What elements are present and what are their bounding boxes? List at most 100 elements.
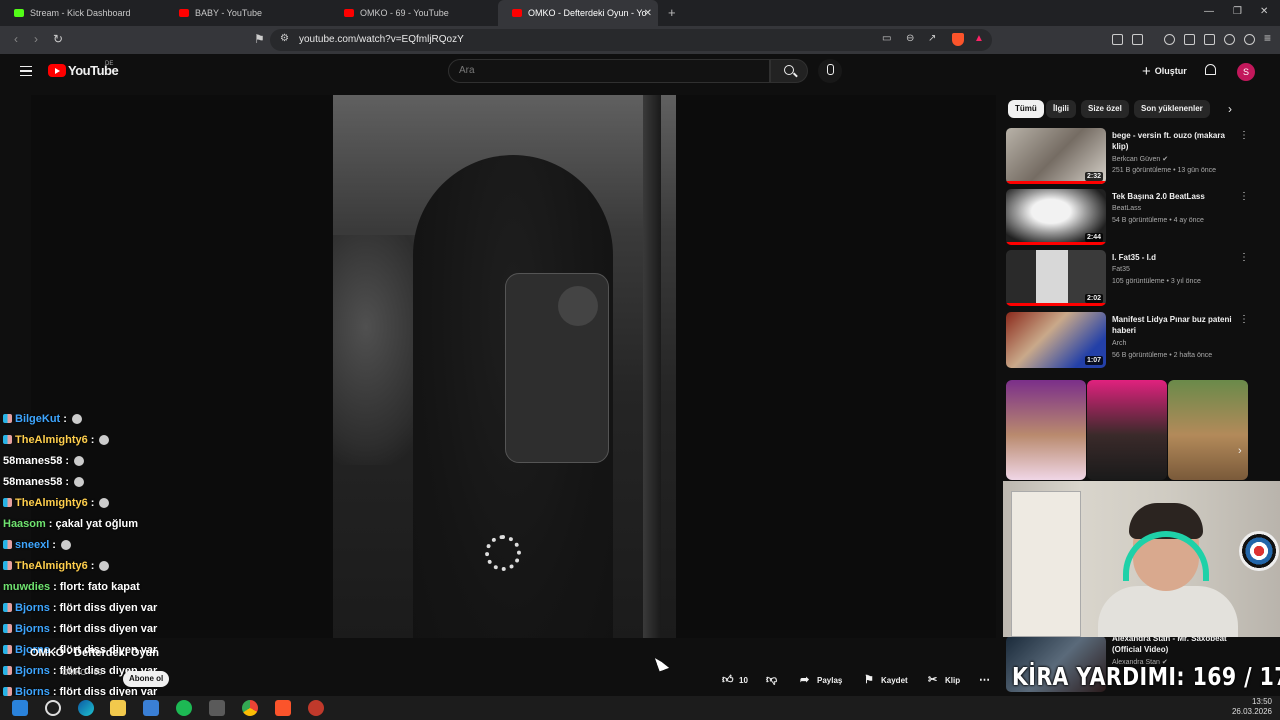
duration-badge: 2:32 [1084, 172, 1103, 181]
like-button[interactable]: 👍︎ 10 [722, 670, 748, 690]
save-button[interactable]: ⚑ Kaydet [864, 670, 908, 690]
profile-icon[interactable] [1244, 34, 1255, 45]
sidebar-icon[interactable] [1184, 34, 1195, 45]
chip-related[interactable]: İlgili [1046, 100, 1076, 118]
chevron-right-icon[interactable]: › [1228, 102, 1232, 116]
chat-username[interactable]: 58manes58 [3, 476, 62, 488]
more-vert-icon[interactable]: ⋮ [1239, 130, 1249, 141]
more-vert-icon[interactable]: ⋮ [1239, 191, 1249, 202]
search-button[interactable] [770, 59, 808, 83]
browser-tab[interactable]: OMKO - 69 - YouTube [330, 0, 500, 26]
shorts-thumbnail[interactable] [1168, 380, 1248, 480]
clip-button[interactable]: ✂ Klip [928, 670, 960, 690]
zoom-icon[interactable]: ⊖ [906, 33, 914, 44]
browser-tab-active[interactable]: OMKO - Defterdeki Oyun - Yo ✕ [498, 0, 658, 26]
recommendation-title[interactable]: Tek Başına 2.0 BeatLass [1112, 191, 1236, 202]
maximize-button[interactable]: ❐ [1233, 6, 1242, 17]
more-actions-button[interactable]: ⋯ [979, 670, 996, 690]
store-icon[interactable] [143, 700, 159, 716]
share-button[interactable]: ➦ Paylaş [800, 670, 842, 690]
notifications-bell-icon[interactable] [1205, 64, 1216, 75]
webcam-overlay [1003, 481, 1280, 637]
forward-icon[interactable]: › [34, 32, 38, 46]
spotify-icon[interactable] [176, 700, 192, 716]
chip-all[interactable]: Tümü [1008, 100, 1044, 118]
search-input[interactable] [459, 65, 759, 76]
chat-username[interactable]: Haasom [3, 518, 46, 530]
subscribe-button[interactable]: Abone ol [123, 671, 170, 687]
wallet-icon[interactable] [1132, 34, 1143, 45]
video-thumbnail[interactable]: 2:44 [1006, 189, 1106, 245]
clock-time: 13:50 [1251, 697, 1272, 706]
obs-icon[interactable] [45, 700, 61, 716]
browser-tab[interactable]: BABY - YouTube [165, 0, 335, 26]
system-clock[interactable]: 13:50 26.03.2026 [1232, 697, 1272, 717]
more-vert-icon[interactable]: ⋮ [1239, 314, 1249, 325]
recommendation-title[interactable]: Manifest Lidya Pınar buz pateni haberi [1112, 314, 1236, 336]
youtube-logo-icon[interactable] [48, 64, 66, 77]
dislike-button[interactable]: 👎︎ [766, 670, 783, 690]
bookmark-icon[interactable]: ⚑ [254, 32, 265, 46]
share-icon[interactable]: ↗ [928, 33, 936, 44]
share-arrow-icon: ➦ [800, 674, 810, 686]
chat-username[interactable]: TheAlmighty6 [15, 434, 88, 446]
avatar[interactable]: S [1237, 63, 1255, 81]
hamburger-menu-icon[interactable] [20, 66, 32, 76]
address-bar[interactable]: ⚙ youtube.com/watch?v=EQfmljRQozY ▭ ⊖ ↗ … [270, 29, 992, 51]
site-info-icon[interactable]: ⚙ [280, 33, 289, 44]
cast-icon[interactable]: ▭ [882, 33, 891, 44]
video-thumbnail[interactable]: 2:32 [1006, 128, 1106, 184]
shorts-thumbnail[interactable] [1006, 380, 1086, 480]
extensions-icon[interactable] [1112, 34, 1123, 45]
menu-icon[interactable]: ≡ [1264, 31, 1271, 45]
video-frame[interactable] [333, 95, 676, 638]
app-icon[interactable] [308, 700, 324, 716]
brave-icon[interactable] [275, 700, 291, 716]
recommendation-item[interactable]: 2:32 bege - versin ft. ouzo (makara klip… [1006, 128, 1250, 186]
reload-icon[interactable]: ↻ [53, 32, 63, 46]
calculator-icon[interactable] [209, 700, 225, 716]
chip-recent[interactable]: Son yüklenenler [1134, 100, 1210, 118]
recommendation-title[interactable]: I. Fat35 - I.d [1112, 252, 1236, 263]
tab-label: OMKO - 69 - YouTube [360, 8, 449, 18]
chat-username[interactable]: 58manes58 [3, 455, 62, 467]
chat-username[interactable]: TheAlmighty6 [15, 497, 88, 509]
new-tab-button[interactable]: + [668, 5, 676, 20]
leo-icon[interactable] [1224, 34, 1235, 45]
channel-name[interactable]: OMKO - 69 [62, 668, 102, 677]
browser-tab[interactable]: Stream - Kick Dashboard [0, 0, 170, 26]
chat-username[interactable]: BilgeKut [15, 413, 60, 425]
recommendation-title[interactable]: bege - versin ft. ouzo (makara klip) [1112, 130, 1236, 152]
chat-username[interactable]: muwdies [3, 581, 50, 593]
close-icon[interactable]: ✕ [644, 8, 652, 19]
chevron-right-icon[interactable]: › [1238, 445, 1242, 457]
vpn-icon[interactable] [1204, 34, 1215, 45]
recommendation-item[interactable]: 1:07 Manifest Lidya Pınar buz pateni hab… [1006, 312, 1250, 370]
windows-start-icon[interactable] [12, 700, 28, 716]
edge-icon[interactable] [78, 700, 94, 716]
window-close-button[interactable]: ✕ [1260, 6, 1268, 17]
chat-username[interactable]: TheAlmighty6 [15, 560, 88, 572]
chat-username[interactable]: Bjorns [15, 623, 50, 635]
file-explorer-icon[interactable] [110, 700, 126, 716]
chat-username[interactable]: sneexl [15, 539, 49, 551]
chat-username[interactable]: Bjorns [15, 602, 50, 614]
chip-for-you[interactable]: Size özel [1081, 100, 1129, 118]
recommendation-item[interactable]: 2:44 Tek Başına 2.0 BeatLass BeatLass 54… [1006, 189, 1250, 247]
back-icon[interactable]: ‹ [14, 32, 18, 46]
media-icon[interactable] [1164, 34, 1175, 45]
chat-username[interactable]: Bjorns [15, 665, 50, 677]
brave-shield-icon[interactable] [952, 33, 964, 46]
more-vert-icon[interactable]: ⋮ [1239, 252, 1249, 263]
video-thumbnail[interactable]: 2:02 [1006, 250, 1106, 306]
voice-search-button[interactable] [818, 59, 842, 83]
search-box[interactable] [448, 59, 770, 83]
minimize-button[interactable]: — [1204, 6, 1214, 17]
brave-rewards-icon[interactable]: ▲ [974, 33, 984, 44]
recommendation-channel: BeatLass [1112, 205, 1142, 212]
shorts-thumbnail[interactable] [1087, 380, 1167, 480]
chrome-icon[interactable] [242, 700, 258, 716]
video-thumbnail[interactable]: 1:07 [1006, 312, 1106, 368]
create-button[interactable]: + Oluştur [1136, 60, 1193, 82]
recommendation-item[interactable]: 2:02 I. Fat35 - I.d Fat35 105 görüntülem… [1006, 250, 1250, 308]
